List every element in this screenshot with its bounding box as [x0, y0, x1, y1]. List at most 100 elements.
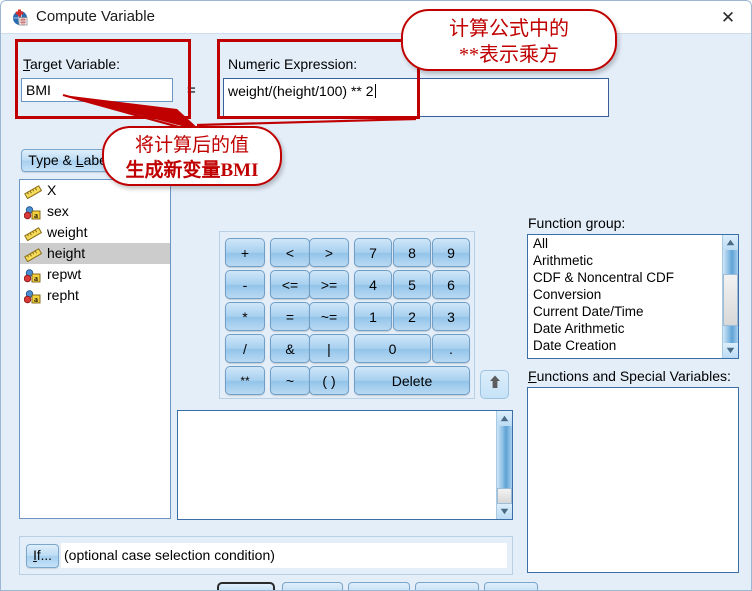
- keypad-key-five[interactable]: 5: [393, 270, 431, 299]
- keypad-key-less-equal[interactable]: <=: [270, 270, 310, 299]
- callout-line: 将计算后的值: [134, 135, 249, 156]
- scrollbar-thumb[interactable]: [723, 274, 738, 326]
- keypad-key-and[interactable]: &: [270, 334, 310, 363]
- keypad-key-one[interactable]: 1: [354, 302, 392, 331]
- keypad-key-plus[interactable]: +: [225, 238, 265, 267]
- function-group-list[interactable]: All Arithmetic CDF & Noncentral CDF Conv…: [527, 234, 739, 359]
- variable-list-item[interactable]: a repwt: [20, 264, 170, 285]
- scale-ruler-icon: [24, 247, 43, 262]
- functions-special-variables-list[interactable]: [527, 387, 739, 573]
- scrollbar-track[interactable]: [497, 426, 512, 504]
- keypad-key-multiply[interactable]: *: [225, 302, 265, 331]
- scroll-down-icon[interactable]: [723, 343, 738, 358]
- numeric-expression-label: Numeric Expression:: [228, 56, 358, 72]
- expression-preview-scrollbar[interactable]: [496, 411, 512, 519]
- keypad-key-delete[interactable]: Delete: [354, 366, 470, 395]
- nominal-string-icon: a: [23, 268, 42, 282]
- dialog-body: Target Variable: BMI = Numeric Expressio…: [1, 34, 751, 590]
- keypad-key-zero[interactable]: 0: [354, 334, 431, 363]
- scrollbar-thumb[interactable]: [497, 488, 512, 504]
- function-group-scrollbar[interactable]: [722, 235, 738, 358]
- svg-text:a: a: [34, 210, 38, 219]
- title-bar: Compute Variable ✕: [1, 1, 751, 34]
- keypad-key-power[interactable]: **: [225, 366, 265, 395]
- close-icon[interactable]: ✕: [717, 8, 739, 28]
- svg-text:a: a: [34, 294, 38, 303]
- variable-list-item[interactable]: weight: [20, 222, 170, 243]
- svg-text:a: a: [34, 273, 38, 282]
- keypad-key-divide[interactable]: /: [225, 334, 265, 363]
- functions-special-variables-label: Functions and Special Variables:: [528, 368, 731, 384]
- scroll-up-icon[interactable]: [497, 411, 512, 426]
- keypad-key-parentheses[interactable]: ( ): [309, 366, 349, 395]
- if-button[interactable]: If...: [26, 544, 59, 568]
- scroll-down-icon[interactable]: [497, 504, 512, 519]
- keypad-key-less-than[interactable]: <: [270, 238, 310, 267]
- nominal-string-icon: a: [23, 205, 42, 219]
- keypad-key-not-equal[interactable]: ~=: [309, 302, 349, 331]
- keypad-key-minus[interactable]: -: [225, 270, 265, 299]
- annotation-callout-new-variable: 将计算后的值 生成新变量BMI: [102, 126, 282, 186]
- callout-line: 生成新变量BMI: [125, 160, 259, 181]
- keypad-key-two[interactable]: 2: [393, 302, 431, 331]
- paste-button[interactable]: Paste: [282, 582, 343, 590]
- variable-list[interactable]: X a sex weight height a repwt a repht: [19, 179, 171, 519]
- target-variable-input[interactable]: BMI: [21, 78, 173, 102]
- spss-compute-icon: [12, 9, 29, 26]
- variable-list-item[interactable]: a repht: [20, 285, 170, 306]
- arrow-up-icon: [488, 374, 502, 395]
- callout-line: **表示乘方: [459, 44, 559, 66]
- variable-name: sex: [47, 203, 69, 219]
- annotation-callout-power-operator: 计算公式中的 **表示乘方: [401, 9, 617, 71]
- keypad-key-not[interactable]: ~: [270, 366, 310, 395]
- keypad-key-three[interactable]: 3: [432, 302, 470, 331]
- function-group-item[interactable]: CDF & Noncentral CDF: [528, 269, 738, 286]
- target-variable-label: Target Variable:: [23, 56, 121, 72]
- function-group-item[interactable]: Date Creation: [528, 337, 738, 354]
- function-group-item[interactable]: Date Arithmetic: [528, 320, 738, 337]
- equals-sign: =: [187, 82, 196, 99]
- if-condition-panel: If... (optional case selection condition…: [19, 536, 513, 575]
- up-arrow-button[interactable]: [480, 370, 509, 399]
- variable-list-item-selected[interactable]: height: [20, 243, 170, 264]
- keypad-key-four[interactable]: 4: [354, 270, 392, 299]
- numeric-expression-input[interactable]: weight/(height/100) ** 2: [223, 78, 609, 117]
- function-group-item[interactable]: Conversion: [528, 286, 738, 303]
- variable-name: height: [47, 245, 86, 261]
- keypad-key-greater-than[interactable]: >: [309, 238, 349, 267]
- keypad-key-six[interactable]: 6: [432, 270, 470, 299]
- scale-ruler-icon: [24, 184, 43, 199]
- scroll-up-icon[interactable]: [723, 235, 738, 250]
- function-group-label: Function group:: [528, 215, 626, 231]
- keypad-key-nine[interactable]: 9: [432, 238, 470, 267]
- keypad-key-equals[interactable]: =: [270, 302, 310, 331]
- reset-button[interactable]: Reset: [348, 582, 410, 590]
- function-group-item[interactable]: Current Date/Time: [528, 303, 738, 320]
- callout-line: 计算公式中的: [449, 18, 569, 40]
- nominal-string-icon: a: [23, 289, 42, 303]
- keypad-key-greater-equal[interactable]: >=: [309, 270, 349, 299]
- calculator-keypad: + < > 7 8 9 - <= >= 4 5 6 * = ~= 1 2 3 /…: [219, 231, 475, 399]
- keypad-key-seven[interactable]: 7: [354, 238, 392, 267]
- variable-name: X: [47, 182, 57, 198]
- variable-list-item[interactable]: a sex: [20, 201, 170, 222]
- compute-variable-dialog: Compute Variable ✕ Target Variable: BMI …: [0, 0, 752, 591]
- expression-preview-area[interactable]: [177, 410, 513, 520]
- ok-button[interactable]: OK: [217, 582, 275, 590]
- variable-name: repht: [47, 287, 79, 303]
- keypad-key-eight[interactable]: 8: [393, 238, 431, 267]
- cancel-button[interactable]: Cancel: [415, 582, 479, 590]
- keypad-key-decimal-point[interactable]: .: [432, 334, 470, 363]
- window-title: Compute Variable: [36, 8, 155, 25]
- function-group-item[interactable]: All: [528, 235, 738, 252]
- scale-ruler-icon: [24, 226, 43, 241]
- variable-name: repwt: [47, 266, 82, 282]
- scrollbar-track[interactable]: [723, 250, 738, 343]
- if-condition-text[interactable]: (optional case selection condition): [61, 543, 507, 568]
- help-button[interactable]: Help: [484, 582, 538, 590]
- variable-name: weight: [47, 224, 88, 240]
- function-group-item[interactable]: Arithmetic: [528, 252, 738, 269]
- keypad-key-or[interactable]: |: [309, 334, 349, 363]
- numeric-expression-value: weight/(height/100) ** 2: [228, 83, 374, 99]
- text-caret: [374, 84, 376, 98]
